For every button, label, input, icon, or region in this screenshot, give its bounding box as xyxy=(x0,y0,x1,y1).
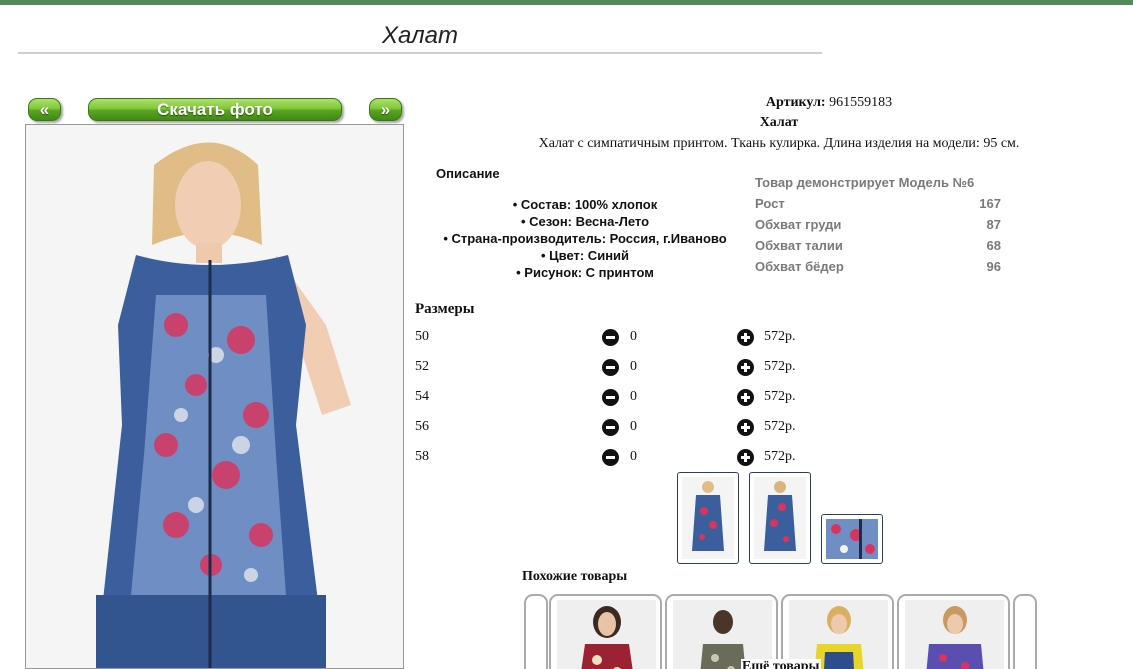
model-row-label: Обхват груди xyxy=(755,217,842,232)
description-item: Рисунок: С принтом xyxy=(415,264,755,281)
description-heading: Описание xyxy=(436,166,500,181)
size-row: 54 0 572р. xyxy=(415,386,835,416)
minus-circle-icon[interactable] xyxy=(602,329,619,346)
size-value: 58 xyxy=(415,449,429,464)
description-item: Состав: 100% хлопок xyxy=(415,196,755,213)
thumbnail-image xyxy=(826,519,878,559)
model-row: Рост 167 xyxy=(755,193,1001,214)
similar-product-card[interactable] xyxy=(549,594,662,669)
similar-products-heading: Похожие товары xyxy=(522,569,628,584)
model-row: Обхват груди 87 xyxy=(755,214,1001,235)
model-row-value: 68 xyxy=(986,238,1001,253)
thumbnail-image xyxy=(754,477,806,559)
quantity-value: 0 xyxy=(630,419,637,434)
article-value: 961559183 xyxy=(829,95,893,110)
size-row: 52 0 572р. xyxy=(415,356,835,386)
plus-circle-icon[interactable] xyxy=(737,449,754,466)
similar-product-image xyxy=(557,600,656,669)
similar-product-image xyxy=(905,600,1004,669)
more-products-link[interactable]: Ещё товары xyxy=(741,659,821,669)
price-value: 572р. xyxy=(764,359,796,374)
model-row-label: Обхват талии xyxy=(755,238,843,253)
price-value: 572р. xyxy=(764,419,796,434)
minus-circle-icon[interactable] xyxy=(602,419,619,436)
photo-thumbnail[interactable] xyxy=(821,514,883,564)
carousel-next[interactable] xyxy=(1013,594,1037,669)
similar-product-card[interactable] xyxy=(665,594,778,669)
photo-thumbnail[interactable] xyxy=(677,472,739,564)
thumbnail-image xyxy=(682,477,734,559)
sizes-heading: Размеры xyxy=(415,301,475,317)
size-row: 56 0 572р. xyxy=(415,416,835,446)
model-row-value: 87 xyxy=(986,217,1001,232)
article-line: Артикул: 961559183 xyxy=(415,95,1133,111)
product-short-description: Халат с симпатичным принтом. Ткань кулир… xyxy=(538,136,1020,151)
top-bar xyxy=(0,0,1133,5)
description-list: Состав: 100% хлопок Сезон: Весна-Лето Ст… xyxy=(415,196,755,281)
price-value: 572р. xyxy=(764,389,796,404)
model-measurements: Товар демонстрирует Модель №6 Рост 167 О… xyxy=(755,172,1001,277)
next-photo-button[interactable]: » xyxy=(369,98,402,121)
minus-circle-icon[interactable] xyxy=(602,359,619,376)
size-value: 50 xyxy=(415,329,429,344)
quantity-value: 0 xyxy=(630,329,637,344)
prev-photo-button[interactable]: « xyxy=(28,98,61,121)
minus-circle-icon[interactable] xyxy=(602,449,619,466)
similar-product-card[interactable] xyxy=(781,594,894,669)
plus-circle-icon[interactable] xyxy=(737,329,754,346)
carousel-prev[interactable] xyxy=(524,594,548,669)
description-item: Страна-производитель: Россия, г.Иваново xyxy=(415,230,755,247)
price-value: 572р. xyxy=(764,329,796,344)
plus-circle-icon[interactable] xyxy=(737,359,754,376)
plus-circle-icon[interactable] xyxy=(737,419,754,436)
size-value: 54 xyxy=(415,389,429,404)
quantity-value: 0 xyxy=(630,389,637,404)
size-row: 50 0 572р. xyxy=(415,326,835,356)
model-row-label: Рост xyxy=(755,196,785,211)
description-block: Описание Состав: 100% хлопок Сезон: Весн… xyxy=(415,166,755,281)
page-title: Халат xyxy=(382,22,458,49)
product-photo[interactable] xyxy=(25,124,404,669)
photo-thumbnail[interactable] xyxy=(749,472,811,564)
price-value: 572р. xyxy=(764,449,796,464)
model-row-value: 96 xyxy=(986,259,1001,274)
model-row: Обхват талии 68 xyxy=(755,235,1001,256)
size-value: 52 xyxy=(415,359,429,374)
model-row: Обхват бёдер 96 xyxy=(755,256,1001,277)
download-photo-button[interactable]: Скачать фото xyxy=(88,98,342,121)
minus-circle-icon[interactable] xyxy=(602,389,619,406)
plus-circle-icon[interactable] xyxy=(737,389,754,406)
model-row-value: 167 xyxy=(979,196,1001,211)
model-row-label: Обхват бёдер xyxy=(755,259,844,274)
title-divider xyxy=(18,52,822,54)
quantity-value: 0 xyxy=(630,449,637,464)
model-heading: Товар демонстрирует Модель №6 xyxy=(755,175,975,190)
quantity-value: 0 xyxy=(630,359,637,374)
article-label: Артикул: xyxy=(765,95,826,110)
product-name: Халат xyxy=(759,115,799,130)
similar-product-card[interactable] xyxy=(897,594,1010,669)
description-item: Цвет: Синий xyxy=(415,247,755,264)
size-value: 56 xyxy=(415,419,429,434)
product-photo-image xyxy=(26,125,403,668)
description-item: Сезон: Весна-Лето xyxy=(415,213,755,230)
